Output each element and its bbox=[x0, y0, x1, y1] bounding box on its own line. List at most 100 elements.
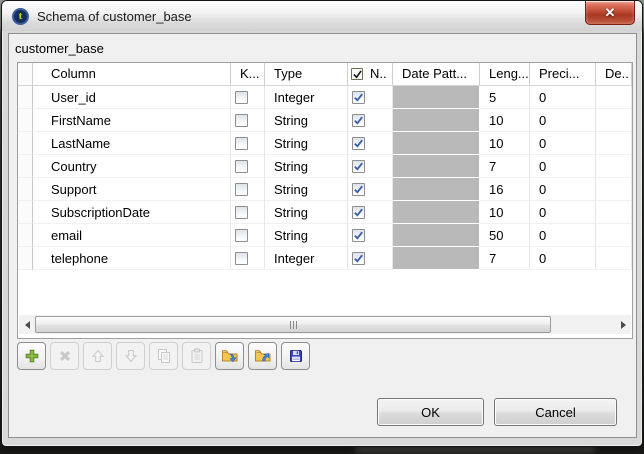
column-name-cell[interactable]: SubscriptionDate bbox=[33, 201, 231, 224]
length-cell[interactable]: 10 bbox=[480, 201, 530, 224]
precision-cell[interactable]: 0 bbox=[530, 155, 596, 178]
date-pattern-cell-disabled bbox=[393, 109, 480, 132]
row-selector-cell[interactable] bbox=[18, 247, 33, 270]
default-cell[interactable] bbox=[596, 247, 632, 270]
nullable-checkbox[interactable] bbox=[352, 114, 365, 127]
type-cell[interactable]: String bbox=[265, 201, 348, 224]
check-icon bbox=[353, 138, 364, 149]
type-cell[interactable]: String bbox=[265, 109, 348, 132]
table-body: User_id Integer 5 0 FirstName String 10 … bbox=[18, 86, 632, 270]
check-icon bbox=[353, 161, 364, 172]
type-cell[interactable]: String bbox=[265, 155, 348, 178]
type-cell[interactable]: Integer bbox=[265, 247, 348, 270]
default-cell[interactable] bbox=[596, 109, 632, 132]
row-selector-cell[interactable] bbox=[18, 155, 33, 178]
key-checkbox[interactable] bbox=[235, 183, 248, 196]
length-cell[interactable]: 5 bbox=[480, 86, 530, 109]
copy-button bbox=[149, 342, 178, 370]
column-name-cell[interactable]: User_id bbox=[33, 86, 231, 109]
nullable-checkbox[interactable] bbox=[352, 91, 365, 104]
row-selector-cell[interactable] bbox=[18, 109, 33, 132]
key-checkbox[interactable] bbox=[235, 160, 248, 173]
column-name-cell[interactable]: LastName bbox=[33, 132, 231, 155]
key-checkbox[interactable] bbox=[235, 114, 248, 127]
default-cell[interactable] bbox=[596, 224, 632, 247]
close-button[interactable]: ✕ bbox=[585, 1, 635, 25]
key-checkbox[interactable] bbox=[235, 137, 248, 150]
length-cell[interactable]: 10 bbox=[480, 132, 530, 155]
scrollbar-thumb[interactable] bbox=[35, 316, 551, 333]
nullable-cell bbox=[348, 247, 393, 270]
ok-button[interactable]: OK bbox=[377, 398, 484, 426]
horizontal-scrollbar[interactable] bbox=[19, 315, 631, 334]
save-schema-button[interactable] bbox=[281, 342, 310, 370]
row-selector-cell[interactable] bbox=[18, 178, 33, 201]
type-cell[interactable]: Integer bbox=[265, 86, 348, 109]
nullable-cell bbox=[348, 155, 393, 178]
desktop-background: t Schema of customer_base ✕ customer_bas… bbox=[0, 0, 644, 454]
cancel-button[interactable]: Cancel bbox=[494, 398, 617, 426]
type-cell[interactable]: String bbox=[265, 132, 348, 155]
nullable-checkbox[interactable] bbox=[352, 252, 365, 265]
type-cell[interactable]: String bbox=[265, 178, 348, 201]
nullable-checkbox[interactable] bbox=[352, 229, 365, 242]
table-header-row: Column K... Type N.. Date Patt... Leng..… bbox=[18, 63, 632, 86]
default-cell[interactable] bbox=[596, 155, 632, 178]
length-cell[interactable]: 10 bbox=[480, 109, 530, 132]
header-selector-cell bbox=[18, 63, 33, 86]
nullable-checkbox[interactable] bbox=[352, 160, 365, 173]
table-row: Support String 16 0 bbox=[18, 178, 632, 201]
precision-cell[interactable]: 0 bbox=[530, 247, 596, 270]
default-cell[interactable] bbox=[596, 178, 632, 201]
window-titlebar[interactable]: t Schema of customer_base ✕ bbox=[2, 1, 642, 31]
schema-dialog-window: t Schema of customer_base ✕ customer_bas… bbox=[1, 0, 643, 447]
scroll-right-arrow[interactable] bbox=[615, 315, 631, 334]
add-column-button[interactable] bbox=[17, 342, 46, 370]
column-name-cell[interactable]: Support bbox=[33, 178, 231, 201]
key-checkbox[interactable] bbox=[235, 252, 248, 265]
precision-cell[interactable]: 0 bbox=[530, 201, 596, 224]
length-cell[interactable]: 7 bbox=[480, 247, 530, 270]
precision-cell[interactable]: 0 bbox=[530, 86, 596, 109]
length-cell[interactable]: 16 bbox=[480, 178, 530, 201]
talend-app-icon: t bbox=[12, 8, 29, 25]
select-all-nullable-checkbox[interactable] bbox=[351, 68, 363, 80]
header-column: Column bbox=[33, 63, 231, 86]
column-name-cell[interactable]: email bbox=[33, 224, 231, 247]
default-cell[interactable] bbox=[596, 86, 632, 109]
scrollbar-track[interactable] bbox=[35, 316, 615, 333]
header-precision: Preci... bbox=[530, 63, 596, 86]
default-cell[interactable] bbox=[596, 201, 632, 224]
type-cell[interactable]: String bbox=[265, 224, 348, 247]
scroll-left-arrow[interactable] bbox=[19, 315, 35, 334]
table-row: telephone Integer 7 0 bbox=[18, 247, 632, 270]
column-name-cell[interactable]: Country bbox=[33, 155, 231, 178]
triangle-right-icon bbox=[621, 321, 626, 329]
key-cell bbox=[231, 201, 265, 224]
export-schema-button[interactable] bbox=[248, 342, 277, 370]
nullable-cell bbox=[348, 201, 393, 224]
precision-cell[interactable]: 0 bbox=[530, 109, 596, 132]
key-checkbox[interactable] bbox=[235, 91, 248, 104]
key-checkbox[interactable] bbox=[235, 229, 248, 242]
check-icon bbox=[353, 184, 364, 195]
nullable-checkbox[interactable] bbox=[352, 137, 365, 150]
row-selector-cell[interactable] bbox=[18, 86, 33, 109]
nullable-checkbox[interactable] bbox=[352, 183, 365, 196]
import-schema-button[interactable] bbox=[215, 342, 244, 370]
column-name-cell[interactable]: telephone bbox=[33, 247, 231, 270]
key-checkbox[interactable] bbox=[235, 206, 248, 219]
length-cell[interactable]: 50 bbox=[480, 224, 530, 247]
precision-cell[interactable]: 0 bbox=[530, 178, 596, 201]
column-name-cell[interactable]: FirstName bbox=[33, 109, 231, 132]
default-cell[interactable] bbox=[596, 132, 632, 155]
row-selector-cell[interactable] bbox=[18, 201, 33, 224]
precision-cell[interactable]: 0 bbox=[530, 224, 596, 247]
precision-cell[interactable]: 0 bbox=[530, 132, 596, 155]
move-up-button bbox=[83, 342, 112, 370]
length-cell[interactable]: 7 bbox=[480, 155, 530, 178]
row-selector-cell[interactable] bbox=[18, 224, 33, 247]
row-selector-cell[interactable] bbox=[18, 132, 33, 155]
nullable-checkbox[interactable] bbox=[352, 206, 365, 219]
dialog-action-buttons: OK Cancel bbox=[377, 398, 617, 426]
